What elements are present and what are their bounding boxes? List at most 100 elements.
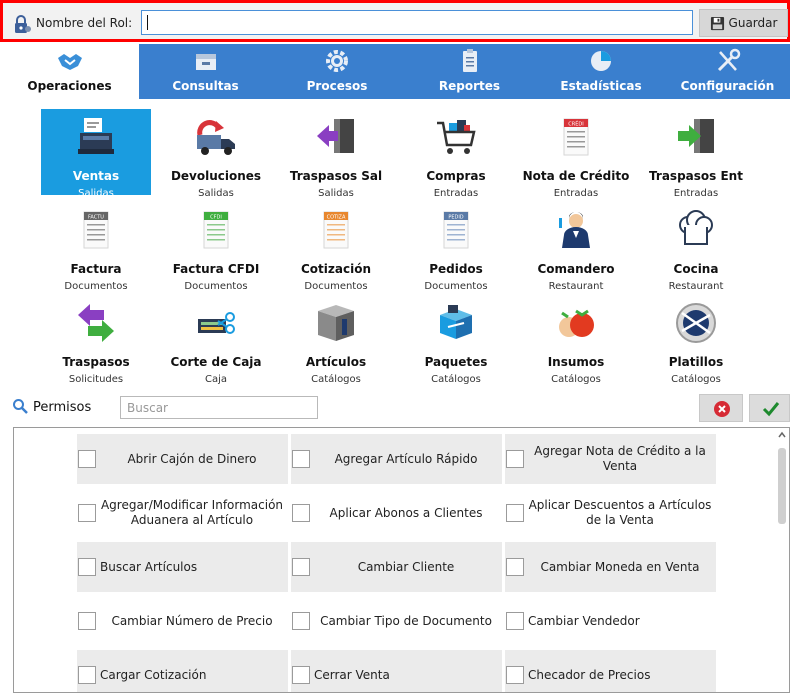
box-icon — [318, 305, 354, 341]
permission-checkbox[interactable] — [292, 504, 310, 522]
permission-checkbox[interactable] — [78, 504, 96, 522]
permission-checkbox[interactable] — [506, 450, 524, 468]
permission-checkbox[interactable] — [506, 612, 524, 630]
permission-item[interactable]: Cambiar Moneda en Venta — [505, 542, 716, 592]
permission-item[interactable]: Cerrar Venta — [291, 650, 502, 692]
module-factura-cfdi[interactable]: CFDI Factura CFDI Documentos — [157, 202, 275, 292]
module-compras[interactable]: Compras Entradas — [397, 109, 515, 199]
permission-label: Cambiar Moneda en Venta — [540, 559, 700, 574]
permission-checkbox[interactable] — [506, 504, 524, 522]
module-title: Traspasos Sal — [289, 169, 383, 183]
module-title: Compras — [426, 169, 486, 183]
module-subtitle: Documentos — [304, 281, 368, 292]
module-subtitle: Entradas — [553, 188, 599, 199]
role-name-bar: Nombre del Rol: Guardar — [0, 0, 790, 42]
permission-item[interactable]: Aplicar Abonos a Clientes — [291, 488, 502, 538]
module-comandero[interactable]: Comandero Restaurant — [517, 202, 635, 292]
tab-reportes[interactable]: Reportes — [402, 44, 537, 99]
permission-item[interactable]: Agregar/Modificar Información Aduanera a… — [77, 488, 288, 538]
tray-icon — [195, 54, 216, 70]
tab-operaciones[interactable]: Operaciones — [0, 44, 139, 99]
tab-label: Operaciones — [27, 79, 112, 93]
permission-checkbox[interactable] — [78, 666, 96, 684]
permission-checkbox[interactable] — [78, 558, 96, 576]
permission-checkbox[interactable] — [292, 666, 310, 684]
confirm-button[interactable] — [749, 394, 790, 422]
permission-checkbox[interactable] — [292, 450, 310, 468]
module-nota-de-credito[interactable]: CRÉDI Nota de Crédito Entradas — [517, 109, 635, 199]
permission-item[interactable]: Agregar Nota de Crédito a la Venta — [505, 434, 716, 484]
permission-label: Checador de Precios — [528, 667, 651, 682]
shopping-cart-icon — [437, 120, 476, 154]
permission-item[interactable]: Aplicar Descuentos a Artículos de la Ven… — [505, 488, 716, 538]
permission-label: Cambiar Cliente — [357, 559, 455, 574]
permission-label: Cerrar Venta — [314, 667, 390, 682]
permission-checkbox[interactable] — [506, 666, 524, 684]
permission-item[interactable]: Buscar Artículos — [77, 542, 288, 592]
cash-cut-icon — [198, 312, 235, 334]
module-insumos[interactable]: Insumos Catálogos — [517, 295, 635, 385]
scroll-up-arrow-icon[interactable] — [777, 430, 787, 440]
search-icon — [13, 399, 28, 414]
module-cocina[interactable]: Cocina Restaurant — [637, 202, 755, 292]
permissions-search-input[interactable] — [120, 396, 318, 419]
module-ventas[interactable]: Ventas Salidas — [41, 109, 151, 199]
module-grid: Ventas Salidas Devoluciones Salidas Tras… — [0, 99, 790, 385]
permission-checkbox[interactable] — [78, 612, 96, 630]
scrollbar-thumb[interactable] — [778, 448, 786, 524]
module-title: Cocina — [673, 262, 719, 276]
module-title: Corte de Caja — [170, 355, 262, 369]
module-subtitle: Catálogos — [551, 374, 601, 385]
transfer-arrows-icon — [78, 304, 114, 342]
module-cotizacion[interactable]: COTIZA Cotización Documentos — [277, 202, 395, 292]
permission-checkbox[interactable] — [292, 612, 310, 630]
tab-procesos[interactable]: Procesos — [272, 44, 402, 99]
module-subtitle: Catálogos — [431, 374, 481, 385]
permission-item[interactable]: Checador de Precios — [505, 650, 716, 692]
module-subtitle: Documentos — [64, 281, 128, 292]
permission-item[interactable]: Cambiar Vendedor — [505, 596, 716, 646]
cfdi-badge-text: CFDI — [210, 215, 222, 221]
module-traspasos[interactable]: Traspasos Solicitudes — [37, 295, 155, 385]
permission-checkbox[interactable] — [78, 450, 96, 468]
tab-configuracion[interactable]: Configuración — [665, 44, 790, 99]
module-subtitle: Salidas — [78, 188, 114, 199]
packages-icon — [440, 305, 472, 339]
quote-badge-text: COTIZA — [327, 215, 346, 221]
role-name-input[interactable] — [141, 10, 693, 35]
permission-item[interactable]: Agregar Artículo Rápido — [291, 434, 502, 484]
permission-item[interactable]: Cambiar Cliente — [291, 542, 502, 592]
permission-item[interactable]: Cambiar Tipo de Documento — [291, 596, 502, 646]
save-button[interactable]: Guardar — [699, 9, 788, 37]
module-articulos[interactable]: Artículos Catálogos — [277, 295, 395, 385]
module-paquetes[interactable]: Paquetes Catálogos — [397, 295, 515, 385]
floppy-disk-icon — [710, 16, 724, 30]
module-title: Artículos — [305, 355, 367, 369]
checkmark-icon — [762, 402, 780, 417]
module-platillos[interactable]: Platillos Catálogos — [637, 295, 755, 385]
module-traspasos-sal[interactable]: Traspasos Sal Salidas — [277, 109, 395, 199]
module-corte-de-caja[interactable]: Corte de Caja Caja — [157, 295, 275, 385]
permission-checkbox[interactable] — [506, 558, 524, 576]
tab-estadisticas[interactable]: Estadísticas — [537, 44, 665, 99]
permission-label: Abrir Cajón de Dinero — [127, 451, 257, 466]
module-title: Paquetes — [424, 355, 488, 369]
cancel-button[interactable] — [699, 394, 743, 422]
module-title: Pedidos — [429, 262, 483, 276]
permission-item[interactable]: Cargar Cotización — [77, 650, 288, 692]
permissions-list: Abrir Cajón de Dinero Agregar Artículo R… — [13, 427, 790, 693]
module-title: Insumos — [547, 355, 605, 369]
module-title: Cotización — [301, 262, 371, 276]
module-title: Factura — [70, 262, 122, 276]
module-factura[interactable]: FACTU Factura Documentos — [37, 202, 155, 292]
module-devoluciones[interactable]: Devoluciones Salidas — [157, 109, 275, 199]
module-traspasos-ent[interactable]: Traspasos Ent Entradas — [637, 109, 755, 199]
permission-label: Buscar Artículos — [100, 559, 198, 574]
tab-consultas[interactable]: Consultas — [139, 44, 272, 99]
permission-item[interactable]: Abrir Cajón de Dinero — [77, 434, 288, 484]
module-title: Comandero — [537, 262, 615, 276]
permission-item[interactable]: Cambiar Número de Precio — [77, 596, 288, 646]
permission-checkbox[interactable] — [292, 558, 310, 576]
module-pedidos[interactable]: PEDID Pedidos Documentos — [397, 202, 515, 292]
vertical-scrollbar[interactable] — [775, 428, 789, 692]
